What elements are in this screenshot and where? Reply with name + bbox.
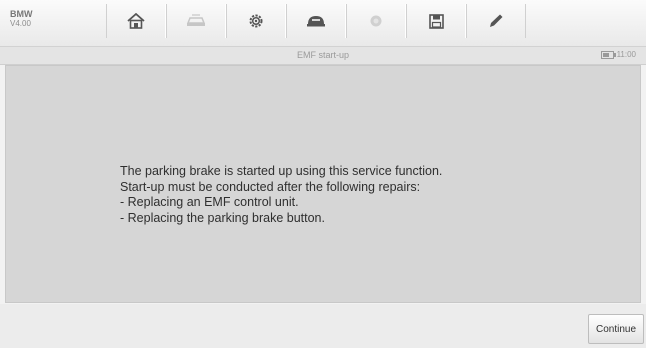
continue-button[interactable]: Continue [588, 314, 644, 344]
vehicle-swap-icon [186, 14, 206, 26]
home-icon [127, 13, 145, 29]
vehicle-swap-button[interactable] [166, 4, 226, 38]
settings-button[interactable] [226, 4, 286, 38]
status-time: 11:00 [616, 50, 636, 59]
edit-pen-icon [490, 14, 503, 27]
record-button[interactable] [346, 4, 406, 38]
message-panel: The parking brake is started up using th… [5, 65, 641, 303]
home-button[interactable] [106, 4, 166, 38]
bottom-action-bar: Continue [0, 304, 646, 348]
battery-icon [600, 50, 616, 59]
function-title-bar: EMF start-up 11:00 [0, 47, 646, 65]
vci-connection-icon [307, 16, 325, 27]
record-icon [370, 15, 382, 27]
settings-icon [249, 14, 263, 28]
message-line-4: - Replacing the parking brake button. [120, 210, 325, 225]
status-indicator: 11:00 [600, 50, 636, 59]
save-icon [428, 13, 444, 29]
diagnostic-screen: BMW V4.00 EMF start-up 11:00 The parking… [0, 0, 646, 348]
vci-connection-button[interactable] [286, 4, 346, 38]
page-title: EMF start-up [296, 50, 349, 60]
message-line-1: The parking brake is started up using th… [120, 164, 443, 178]
edit-button[interactable] [466, 4, 526, 38]
service-message: The parking brake is started up using th… [120, 164, 442, 226]
top-toolbar: BMW V4.00 [0, 0, 646, 47]
vehicle-version: V4.00 [10, 19, 31, 28]
message-line-3: - Replacing an EMF control unit. [120, 195, 299, 209]
save-button[interactable] [406, 4, 466, 38]
message-line-2: Start-up must be conducted after the fol… [120, 179, 421, 194]
vehicle-make: BMW [10, 9, 33, 19]
vehicle-info: BMW V4.00 [10, 9, 33, 29]
